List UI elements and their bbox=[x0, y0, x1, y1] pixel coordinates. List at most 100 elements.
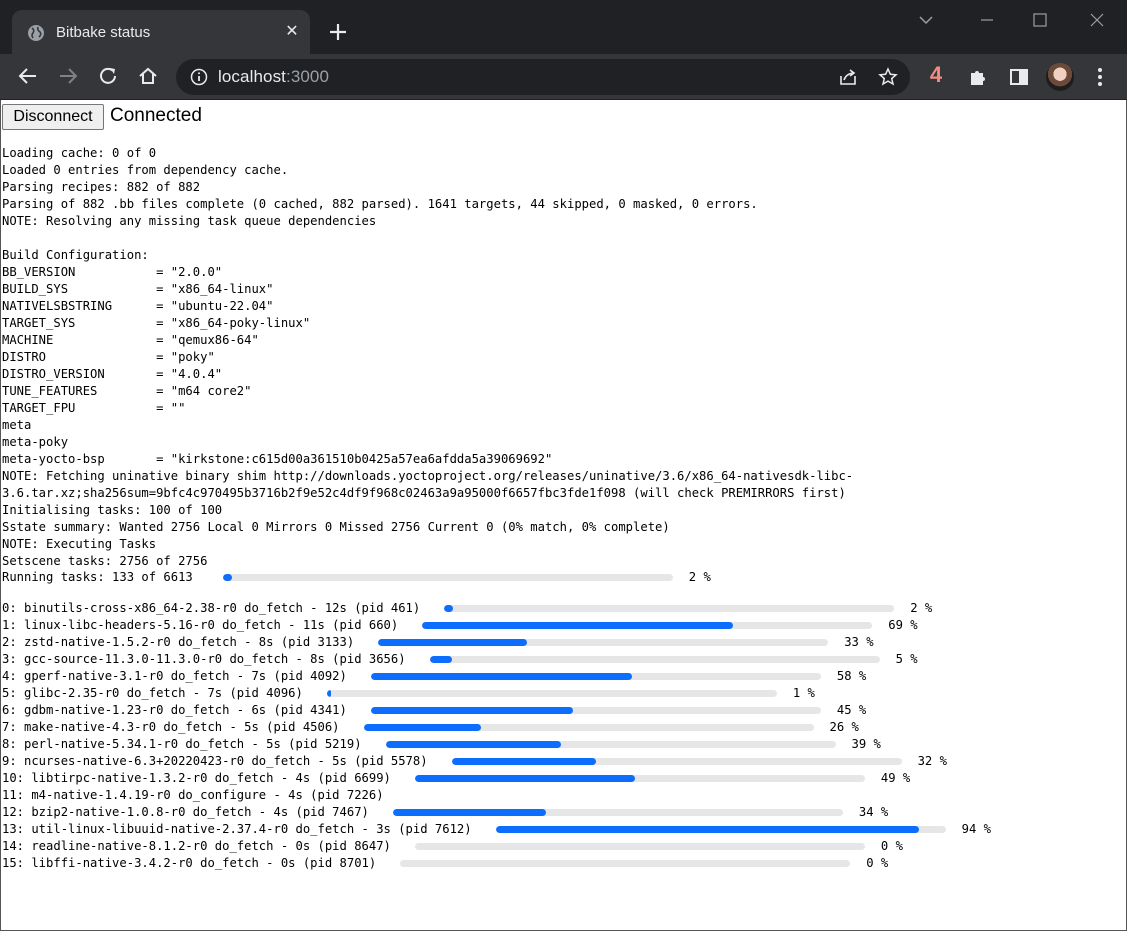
new-tab-icon[interactable] bbox=[326, 20, 350, 44]
log-line: meta-poky bbox=[2, 435, 69, 449]
task-progress-fill bbox=[444, 605, 454, 612]
task-progress-fill bbox=[326, 690, 332, 697]
task-progress-bar bbox=[385, 741, 836, 748]
task-row: 9: ncurses-native-6.3+20220423-r0 do_fet… bbox=[2, 753, 1122, 770]
forward-arrow-icon[interactable] bbox=[57, 65, 79, 87]
log-line: BB_VERSION = "2.0.0" bbox=[2, 265, 223, 279]
task-row: 0: binutils-cross-x86_64-2.38-r0 do_fetc… bbox=[2, 600, 1122, 617]
task-label: 7: make-native-4.3-r0 do_fetch - 5s (pid… bbox=[2, 720, 340, 734]
task-progress-percent: 26 % bbox=[829, 720, 859, 734]
close-tab-icon[interactable]: ✕ bbox=[282, 22, 302, 42]
window-close-icon[interactable] bbox=[1087, 12, 1107, 28]
running-tasks-row: Running tasks: 133 of 6613 2 % bbox=[2, 569, 1122, 586]
disconnect-button[interactable]: Disconnect bbox=[2, 104, 104, 130]
task-progress-bar bbox=[414, 843, 865, 850]
task-progress-bar bbox=[370, 707, 821, 714]
task-progress-fill bbox=[451, 758, 596, 765]
running-progress-bar bbox=[222, 574, 673, 581]
info-icon[interactable] bbox=[190, 68, 208, 86]
task-label: 13: util-linux-libuuid-native-2.37.4-r0 … bbox=[2, 822, 472, 836]
task-label: 1: linux-libc-headers-5.16-r0 do_fetch -… bbox=[2, 618, 399, 632]
build-log: Loading cache: 0 of 0 Loaded 0 entries fr… bbox=[2, 145, 1122, 570]
task-label: 5: glibc-2.35-r0 do_fetch - 7s (pid 4096… bbox=[2, 686, 303, 700]
task-label: 9: ncurses-native-6.3+20220423-r0 do_fet… bbox=[2, 754, 428, 768]
task-label: 0: binutils-cross-x86_64-2.38-r0 do_fetc… bbox=[2, 601, 421, 615]
task-row: 4: gperf-native-3.1-r0 do_fetch - 7s (pi… bbox=[2, 668, 1122, 685]
task-progress-percent: 94 % bbox=[961, 822, 991, 836]
task-progress-fill bbox=[414, 775, 636, 782]
back-arrow-icon[interactable] bbox=[17, 65, 39, 87]
log-line: Parsing of 882 .bb files complete (0 cac… bbox=[2, 197, 758, 211]
task-progress-percent: 0 % bbox=[866, 856, 889, 870]
log-line: Loading cache: 0 of 0 bbox=[2, 146, 157, 160]
tab-search-chevron-icon[interactable] bbox=[916, 12, 936, 28]
task-progress-bar bbox=[422, 622, 873, 629]
task-row: 11: m4-native-1.4.19-r0 do_configure - 4… bbox=[2, 787, 1122, 804]
task-progress-bar bbox=[326, 690, 777, 697]
task-progress-bar bbox=[378, 639, 829, 646]
address-bar[interactable]: localhost:3000 bbox=[176, 59, 910, 95]
connection-status: Connected bbox=[110, 105, 202, 126]
task-row: 5: glibc-2.35-r0 do_fetch - 7s (pid 4096… bbox=[2, 685, 1122, 702]
maximize-icon[interactable] bbox=[1030, 12, 1050, 28]
task-label: 4: gperf-native-3.1-r0 do_fetch - 7s (pi… bbox=[2, 669, 347, 683]
browser-tab[interactable]: Bitbake status ✕ bbox=[12, 10, 310, 54]
task-progress-fill bbox=[392, 809, 546, 816]
log-line: Sstate summary: Wanted 2756 Local 0 Mirr… bbox=[2, 520, 670, 534]
home-icon[interactable] bbox=[137, 65, 159, 87]
url-text: localhost:3000 bbox=[218, 67, 329, 87]
task-row: 14: readline-native-8.1.2-r0 do_fetch - … bbox=[2, 838, 1122, 855]
task-progress-bar bbox=[451, 758, 902, 765]
task-progress-percent: 0 % bbox=[880, 839, 903, 853]
task-row: 13: util-linux-libuuid-native-2.37.4-r0 … bbox=[2, 821, 1122, 838]
task-row: 12: bzip2-native-1.0.8-r0 do_fetch - 4s … bbox=[2, 804, 1122, 821]
task-row: 10: libtirpc-native-1.3.2-r0 do_fetch - … bbox=[2, 770, 1122, 787]
log-line: BUILD_SYS = "x86_64-linux" bbox=[2, 282, 274, 296]
task-progress-percent: 2 % bbox=[910, 601, 933, 615]
kebab-menu-icon[interactable] bbox=[1090, 66, 1110, 88]
task-progress-fill bbox=[378, 639, 527, 646]
profile-avatar[interactable] bbox=[1046, 63, 1074, 91]
log-line: NOTE: Fetching uninative binary shim htt… bbox=[2, 469, 854, 483]
task-progress-bar bbox=[495, 826, 946, 833]
log-line: TUNE_FEATURES = "m64 core2" bbox=[2, 384, 252, 398]
task-progress-fill bbox=[370, 707, 574, 714]
task-progress-fill bbox=[495, 826, 919, 833]
task-label: 8: perl-native-5.34.1-r0 do_fetch - 5s (… bbox=[2, 737, 362, 751]
task-progress-fill bbox=[422, 622, 733, 629]
task-progress-fill bbox=[429, 656, 453, 663]
globe-icon bbox=[28, 25, 44, 41]
log-line: Initialising tasks: 100 of 100 bbox=[2, 503, 223, 517]
task-label: 14: readline-native-8.1.2-r0 do_fetch - … bbox=[2, 839, 391, 853]
task-row: 8: perl-native-5.34.1-r0 do_fetch - 5s (… bbox=[2, 736, 1122, 753]
task-row: 2: zstd-native-1.5.2-r0 do_fetch - 8s (p… bbox=[2, 634, 1122, 651]
task-row: 3: gcc-source-11.3.0-11.3.0-r0 do_fetch … bbox=[2, 651, 1122, 668]
task-label: 10: libtirpc-native-1.3.2-r0 do_fetch - … bbox=[2, 771, 391, 785]
browser-title-bar: Bitbake status ✕ bbox=[0, 0, 1127, 54]
task-progress-bar bbox=[429, 656, 880, 663]
url-host: localhost bbox=[218, 67, 286, 86]
reload-icon[interactable] bbox=[97, 65, 119, 87]
log-line: NOTE: Executing Tasks bbox=[2, 537, 157, 551]
log-line: MACHINE = "qemux86-64" bbox=[2, 333, 259, 347]
log-line: Loaded 0 entries from dependency cache. bbox=[2, 163, 289, 177]
log-line: NOTE: Resolving any missing task queue d… bbox=[2, 214, 377, 228]
task-progress-percent: 58 % bbox=[836, 669, 867, 683]
task-progress-percent: 33 % bbox=[844, 635, 874, 649]
task-label: 11: m4-native-1.4.19-r0 do_configure - 4… bbox=[2, 788, 384, 802]
side-panel-icon[interactable] bbox=[1008, 66, 1030, 88]
bookmark-star-icon[interactable] bbox=[878, 67, 898, 87]
minimize-icon[interactable] bbox=[977, 12, 997, 28]
log-line: TARGET_FPU = "" bbox=[2, 401, 186, 415]
task-progress-bar bbox=[363, 724, 814, 731]
browser-toolbar: localhost:3000 bbox=[0, 54, 1127, 100]
running-progress-percent: 2 % bbox=[688, 570, 711, 584]
share-icon[interactable] bbox=[838, 67, 858, 87]
task-row: 15: libffi-native-3.4.2-r0 do_fetch - 0s… bbox=[2, 855, 1122, 872]
log-line: DISTRO = "poky" bbox=[2, 350, 215, 364]
task-label: 12: bzip2-native-1.0.8-r0 do_fetch - 4s … bbox=[2, 805, 369, 819]
log-line: 3.6.tar.xz;sha256sum=9bfc4c970495b3716b2… bbox=[2, 486, 846, 500]
extension-badge-icon[interactable]: 4 bbox=[926, 62, 946, 90]
extensions-puzzle-icon[interactable] bbox=[967, 66, 989, 88]
